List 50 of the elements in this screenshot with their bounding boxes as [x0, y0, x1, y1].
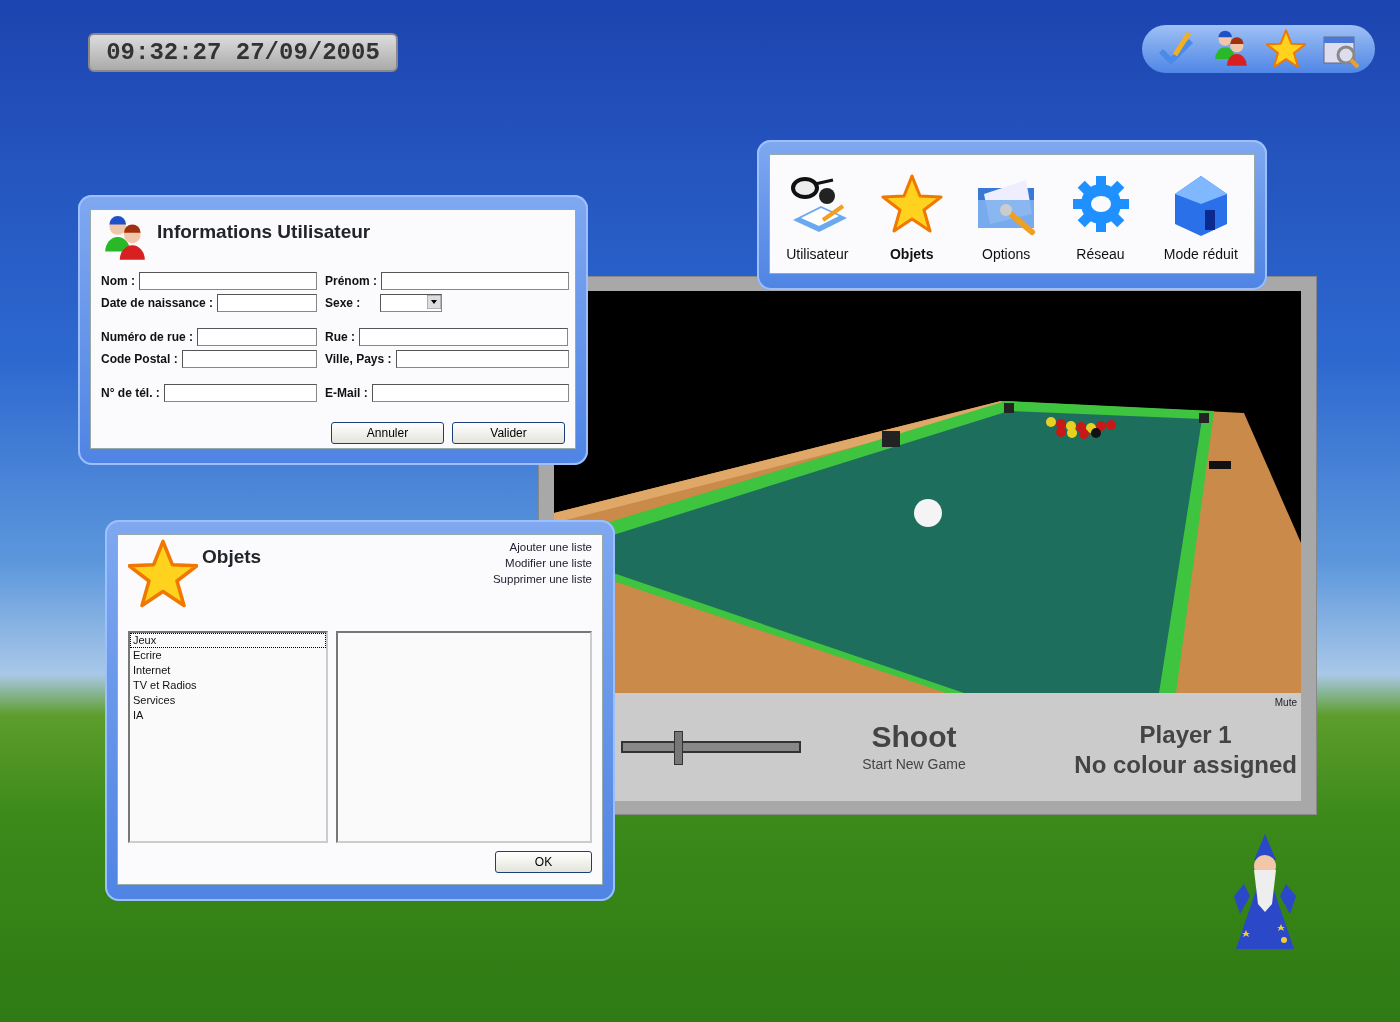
field-label: Prénom :: [325, 273, 377, 290]
category-list[interactable]: Jeux Ecrire Internet TV et Radios Services IA: [128, 631, 328, 843]
cancel-button[interactable]: Annuler: [331, 422, 444, 444]
field-label: N° de tél. :: [101, 385, 160, 402]
player-label: Player 1: [1139, 720, 1232, 750]
text-input-field[interactable]: [181, 350, 317, 368]
new-game-link[interactable]: Start New Game: [862, 753, 966, 775]
launcher-item[interactable]: Options: [982, 244, 1031, 265]
slider-thumb[interactable]: [674, 731, 684, 765]
mute-link[interactable]: Mute: [1274, 695, 1297, 711]
field-label: Code Postal :: [101, 351, 178, 368]
text-input-field[interactable]: [197, 328, 317, 346]
list-item[interactable]: TV et Radios: [130, 678, 326, 693]
list-item[interactable]: Jeux: [130, 633, 326, 648]
star-icon[interactable]: [1265, 29, 1306, 69]
validate-button[interactable]: Valider: [452, 422, 565, 444]
text-input-field[interactable]: [359, 328, 568, 346]
field-label: Nom :: [101, 273, 135, 290]
window-title: Informations Utilisateur: [157, 220, 371, 244]
launcher-item[interactable]: Objets: [890, 244, 934, 265]
field-label: Sexe :: [325, 295, 361, 312]
launcher-item[interactable]: Réseau: [1076, 244, 1125, 265]
list-action-link[interactable]: Modifier une liste: [505, 555, 592, 571]
shoot-label[interactable]: Shoot: [871, 719, 957, 754]
star-icon: [128, 539, 198, 609]
field-label: Rue :: [325, 329, 355, 346]
launcher-item[interactable]: Mode réduit: [1163, 244, 1238, 265]
list-item[interactable]: IA: [130, 708, 326, 723]
text-input-field[interactable]: [139, 272, 317, 290]
gender-dropdown[interactable]: [380, 294, 443, 312]
text-input-field[interactable]: [395, 350, 569, 368]
field-label: E-Mail :: [325, 385, 368, 402]
dropdown-arrow-icon[interactable]: [427, 295, 442, 309]
text-input-field[interactable]: [163, 384, 317, 402]
text-input-field[interactable]: [217, 294, 317, 312]
text-input-field[interactable]: [381, 272, 569, 290]
colour-status: No colour assigned: [1074, 750, 1297, 780]
ok-button[interactable]: OK: [495, 851, 592, 873]
launcher-item[interactable]: Utilisateur: [786, 244, 849, 265]
text-input-field[interactable]: [371, 384, 569, 402]
list-item[interactable]: Ecrire: [130, 648, 326, 663]
field-label: Ville, Pays :: [325, 351, 392, 368]
list-action-link[interactable]: Ajouter une liste: [509, 539, 592, 555]
list-action-link[interactable]: Supprimer une liste: [492, 571, 592, 587]
list-item[interactable]: Services: [130, 693, 326, 708]
field-label: Numéro de rue :: [101, 329, 193, 346]
list-item[interactable]: Internet: [130, 663, 326, 678]
clock-display: 09:32:27 27/09/2005: [88, 33, 398, 72]
window-title: Objets: [202, 545, 262, 569]
field-label: Date de naissance :: [101, 295, 214, 312]
